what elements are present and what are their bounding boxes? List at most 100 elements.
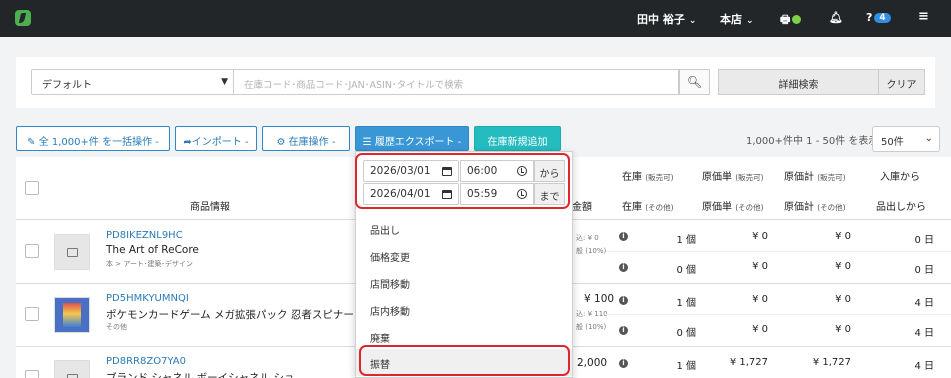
column-header-text: 原価単 (702, 172, 732, 183)
amount-tax-included: 込: ¥ 110 (576, 310, 608, 318)
product-code-link[interactable]: PD8IKEZNL9HC (106, 230, 183, 241)
days-since-stock-value: 0 日 (914, 235, 934, 246)
search-input[interactable]: 在庫コード･商品コード･JAN･ASIN･タイトルで検索 (234, 69, 679, 95)
product-name: The Art of ReCore (106, 244, 199, 256)
bell-icon[interactable]: 🔔︎ (829, 11, 843, 24)
menu-item-price-change[interactable]: 価格変更 (356, 242, 572, 269)
import-button[interactable]: ➦インポート - (175, 126, 257, 151)
amount-value: 2,000 (577, 357, 608, 369)
info-icon[interactable]: i (619, 232, 628, 241)
edit-icon: ✎ (27, 137, 39, 148)
column-header-cost-sell: 原価単 (販売可) (702, 168, 764, 183)
cubes-icon: ⚙ (276, 137, 289, 148)
printer-icon: 🖶 (780, 13, 791, 26)
row-checkbox[interactable] (25, 307, 39, 321)
image-placeholder-icon (67, 374, 78, 378)
image-placeholder-icon (67, 248, 78, 257)
store-menu[interactable]: 本店 ⌄ (720, 11, 754, 27)
status-dot-icon (792, 15, 802, 24)
days-since-shelf-value: 0 日 (914, 265, 934, 276)
amount-tax-included: 込: ¥ 0 (576, 234, 599, 242)
days-since-shelf-value: 4 日 (914, 328, 934, 339)
days-since-stock-value: 4 日 (914, 361, 934, 372)
search-icon: 🔍︎ (686, 75, 703, 89)
menu-item-highlight (359, 345, 570, 376)
cost-sell-value: ¥ 0 (752, 231, 768, 242)
product-category: その他 (106, 323, 127, 331)
printer-status[interactable]: 🖶 (780, 11, 802, 30)
notification-badge: 4 (874, 13, 891, 23)
column-header-stock-sell: 在庫 (販売可) (622, 168, 674, 183)
column-header-amount: 金額 (572, 202, 592, 213)
stock-sell-value: 1 個 (676, 298, 696, 309)
info-icon[interactable]: i (619, 296, 628, 305)
row-checkbox[interactable] (25, 244, 39, 258)
cost-sell-value: ¥ 1,727 (729, 357, 768, 368)
amount-value: ¥ 100 (584, 293, 615, 305)
stock-sell-value: 1 個 (676, 235, 696, 246)
stock-operation-label: 在庫操作 - (288, 137, 336, 148)
help-menu[interactable]: ? 4 (866, 11, 891, 24)
history-export-button[interactable]: ☰ 履歴エクスポート - (355, 126, 469, 151)
column-header-costsum-sell: 原価計 (販売可) (784, 168, 846, 183)
stock-operation-button[interactable]: ⚙ 在庫操作 - (262, 126, 350, 151)
date-range-highlight (355, 153, 570, 209)
cost-other-value: ¥ 0 (752, 261, 768, 272)
column-header-product: 商品情報 (190, 202, 230, 213)
column-header-days-since-shelf: 品出しから (876, 202, 926, 213)
product-thumbnail (54, 234, 90, 270)
column-header-days-since-stock: 入庫から (880, 172, 920, 183)
chevron-down-icon: ⌄ (688, 16, 697, 26)
import-label: インポート - (191, 137, 249, 148)
hamburger-menu-icon[interactable]: ≡ (918, 9, 929, 24)
column-header-text: 在庫 (622, 172, 642, 183)
clear-button[interactable]: クリア (878, 69, 925, 95)
info-icon[interactable]: i (619, 326, 628, 335)
info-icon[interactable]: i (619, 359, 628, 368)
app-logo-icon[interactable] (15, 10, 31, 26)
product-thumbnail (54, 297, 90, 333)
select-all-checkbox[interactable] (25, 181, 39, 195)
history-export-label: 履歴エクスポート - (374, 137, 462, 148)
preset-select[interactable]: デフォルト ▼ (31, 69, 234, 95)
column-header-note: (その他) (735, 203, 764, 212)
column-header-text: 原価計 (784, 202, 814, 213)
user-name: 田中 裕子 (637, 13, 685, 26)
costsum-sell-value: ¥ 1,727 (812, 357, 851, 368)
column-header-costsum-other: 原価計 (その他) (784, 198, 846, 213)
stock-other-value: 0 個 (676, 265, 696, 276)
stock-sell-value: 1 個 (676, 361, 696, 372)
chevron-down-icon: ▼ (221, 77, 228, 87)
column-header-note: (その他) (645, 203, 674, 212)
bulk-operation-button[interactable]: ✎ 全 1,000+件 を一括操作 - (16, 126, 170, 151)
search-panel: デフォルト ▼ 在庫コード･商品コード･JAN･ASIN･タイトルで検索 🔍︎ 詳… (16, 57, 935, 108)
column-header-text: 原価単 (702, 202, 732, 213)
add-stock-button[interactable]: 在庫新規追加 (474, 126, 561, 151)
menu-item-in-store-move[interactable]: 店内移動 (356, 296, 572, 323)
column-header-stock-other: 在庫 (その他) (622, 198, 674, 213)
top-navigation-bar: 田中 裕子 ⌄ 本店 ⌄ 🖶 🔔︎ ? 4 ≡ (0, 0, 951, 37)
menu-item-shelving[interactable]: 品出し (356, 215, 572, 242)
help-icon: ? (866, 11, 873, 24)
search-button[interactable]: 🔍︎ (679, 69, 710, 95)
amount-tax-type: 般 (10%) (576, 247, 607, 255)
column-header-note: (販売可) (645, 173, 674, 182)
result-count: 1,000+件中 1 - 50件 を表示 (746, 136, 879, 147)
costsum-sell-value: ¥ 0 (835, 231, 851, 242)
bulk-operation-label: 全 1,000+件 を一括操作 - (38, 137, 159, 148)
cost-other-value: ¥ 0 (752, 324, 768, 335)
share-icon: ➦ (183, 137, 192, 148)
per-page-select[interactable]: 50件 ⌄ (872, 126, 940, 152)
user-menu[interactable]: 田中 裕子 ⌄ (637, 11, 696, 27)
store-name: 本店 (720, 13, 742, 26)
column-header-text: 原価計 (784, 172, 814, 183)
product-code-link[interactable]: PD5HMKYUMNQI (106, 293, 189, 304)
product-code-link[interactable]: PD8RR8ZO7YA0 (106, 356, 186, 367)
menu-item-store-transfer[interactable]: 店間移動 (356, 269, 572, 296)
costsum-sell-value: ¥ 0 (835, 294, 851, 305)
amount-tax-type: 般 (10%) (576, 323, 607, 331)
detail-search-button[interactable]: 詳細検索 (718, 69, 879, 95)
row-checkbox[interactable] (25, 370, 39, 378)
chevron-down-icon: ⌄ (746, 16, 754, 26)
info-icon[interactable]: i (619, 263, 628, 272)
